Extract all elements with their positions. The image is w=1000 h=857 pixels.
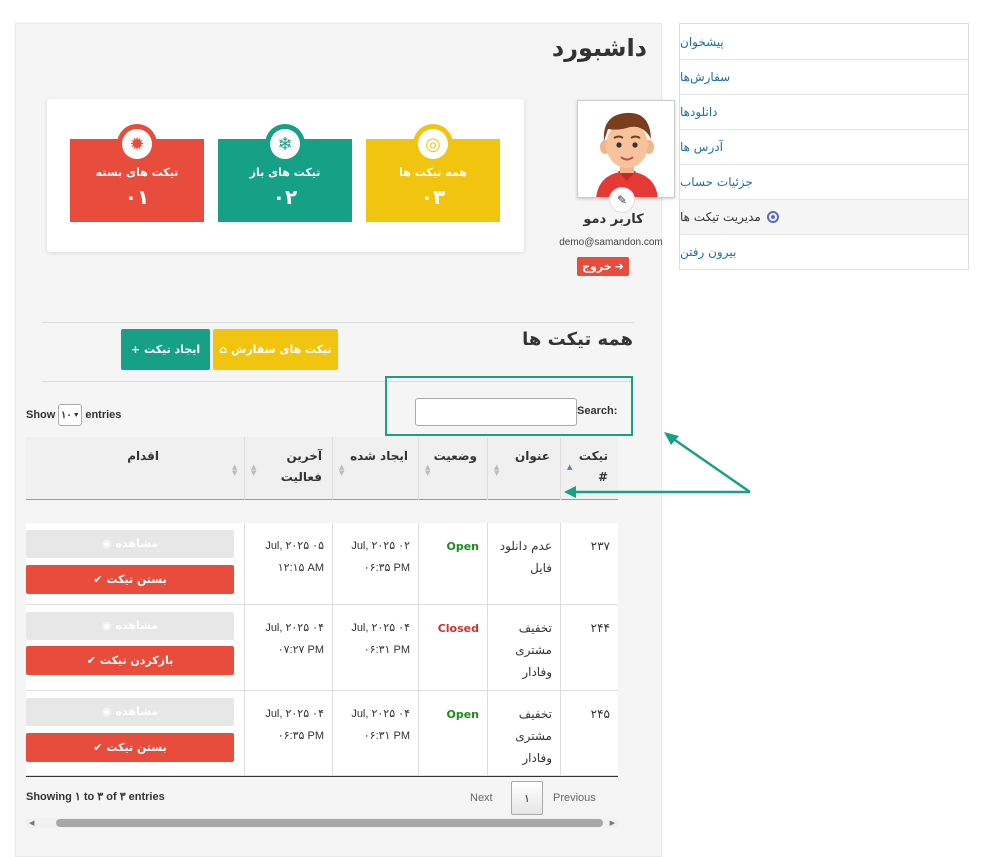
annotation-arrow	[572, 436, 751, 494]
arrow-head	[564, 486, 576, 498]
annotation-arrows	[564, 432, 751, 498]
arrow-head	[664, 432, 679, 445]
